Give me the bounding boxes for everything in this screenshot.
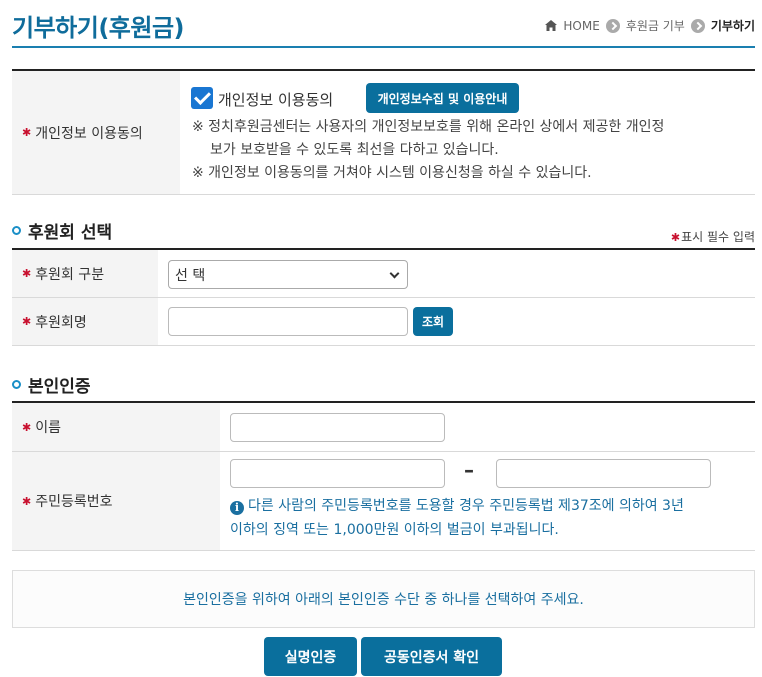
rrn-back-input[interactable]	[496, 459, 711, 488]
breadcrumb-current: 기부하기	[710, 19, 755, 33]
identity-section-title-text: 본인인증	[28, 377, 91, 397]
required-mark-icon: ✱	[22, 494, 32, 508]
supporter-section-title: 후원회 선택	[12, 218, 112, 243]
info-icon: i	[230, 501, 244, 515]
supporter-name-row: ✱ 후원회명 조회	[12, 298, 755, 346]
supporter-type-selected: 선 택	[175, 267, 206, 284]
supporter-name-label: 후원회명	[35, 314, 87, 331]
supporter-name-header: ✱ 후원회명	[12, 298, 158, 345]
identity-table: ✱ 이름 ✱ 주민등록번호 – i 다른 사람의 주민등록번호를 도용할 경우 주…	[12, 401, 755, 551]
consent-row: ✱ 개인정보 이용동의 개인정보 이용동의 개인정보수집 및 이용안내 ※ 정치…	[12, 71, 755, 195]
rrn-warning-line-2: 이하의 징역 또는 1,000만원 이하의 벌금이 부과됩니다.	[230, 522, 559, 538]
rrn-warning-line-1: 다른 사람의 주민등록번호를 도용할 경우 주민등록법 제37조에 의하여 3년	[248, 498, 684, 514]
supporter-section-title-text: 후원회 선택	[28, 223, 113, 243]
required-mark-icon: ✱	[670, 231, 681, 244]
search-button[interactable]: 조회	[413, 307, 453, 336]
name-label: 이름	[35, 420, 61, 436]
supporter-name-input[interactable]	[168, 307, 408, 336]
consent-checkbox[interactable]	[191, 87, 213, 109]
name-header: ✱ 이름	[12, 403, 220, 451]
chevron-down-icon	[389, 268, 400, 279]
supporter-type-row: ✱ 후원회 구분 선 택	[12, 250, 755, 298]
rrn-row: ✱ 주민등록번호 – i 다른 사람의 주민등록번호를 도용할 경우 주민등록법 …	[12, 452, 755, 551]
rrn-label: 주민등록번호	[35, 494, 113, 510]
consent-table: ✱ 개인정보 이용동의 개인정보 이용동의 개인정보수집 및 이용안내 ※ 정치…	[12, 69, 755, 195]
breadcrumb: HOME 후원금 기부 기부하기	[545, 17, 755, 34]
required-note: ✱표시 필수 입력	[671, 228, 755, 245]
page-title: 기부하기(후원금)	[12, 14, 185, 42]
required-mark-icon: ✱	[22, 267, 32, 280]
home-icon	[545, 20, 558, 31]
auth-message: 본인인증을 위하여 아래의 본인인증 수단 중 하나를 선택하여 주세요.	[183, 592, 584, 608]
breadcrumb-parent[interactable]: 후원금 기부	[626, 17, 685, 34]
chevron-right-icon	[605, 18, 620, 33]
supporter-type-label: 후원회 구분	[35, 266, 105, 283]
supporter-type-header: ✱ 후원회 구분	[12, 250, 158, 297]
consent-note-2: 보가 보호받을 수 있도록 최선을 다하고 있습니다.	[210, 142, 499, 158]
rrn-front-input[interactable]	[230, 459, 445, 488]
name-input[interactable]	[230, 413, 445, 442]
bullet-icon	[12, 380, 21, 389]
auth-message-box: 본인인증을 위하여 아래의 본인인증 수단 중 하나를 선택하여 주세요.	[12, 570, 755, 628]
consent-label: 개인정보 이용동의	[35, 125, 143, 142]
required-mark-icon: ✱	[22, 315, 32, 328]
supporter-table: ✱ 후원회 구분 선 택 ✱ 후원회명 조회	[12, 248, 755, 346]
consent-row-header: ✱ 개인정보 이용동의	[12, 71, 180, 194]
chevron-right-icon	[690, 18, 705, 33]
page-header: 기부하기(후원금) HOME 후원금 기부 기부하기	[12, 0, 755, 48]
rrn-warning: i 다른 사람의 주민등록번호를 도용할 경우 주민등록법 제37조에 의하여 3…	[230, 494, 750, 542]
real-name-auth-button[interactable]: 실명인증	[264, 637, 357, 676]
certificate-auth-button[interactable]: 공동인증서 확인	[361, 637, 502, 676]
identity-section-title: 본인인증	[12, 372, 91, 397]
breadcrumb-home[interactable]: HOME	[563, 19, 599, 33]
name-row: ✱ 이름	[12, 403, 755, 452]
required-note-text: 표시 필수 입력	[681, 230, 755, 244]
consent-note-1: ※ 정치후원금센터는 사용자의 개인정보보호를 위해 온라인 상에서 제공한 개…	[192, 119, 665, 135]
rrn-header: ✱ 주민등록번호	[12, 452, 220, 550]
supporter-type-select[interactable]: 선 택	[168, 260, 408, 289]
rrn-separator: –	[464, 458, 474, 482]
required-mark-icon: ✱	[22, 420, 32, 434]
consent-note-3: ※ 개인정보 이용동의를 거쳐야 시스템 이용신청을 하실 수 있습니다.	[192, 165, 592, 181]
required-mark-icon: ✱	[22, 126, 32, 139]
bullet-icon	[12, 226, 21, 235]
privacy-guide-button[interactable]: 개인정보수집 및 이용안내	[366, 83, 519, 113]
consent-checkbox-label[interactable]: 개인정보 이용동의	[218, 89, 333, 110]
